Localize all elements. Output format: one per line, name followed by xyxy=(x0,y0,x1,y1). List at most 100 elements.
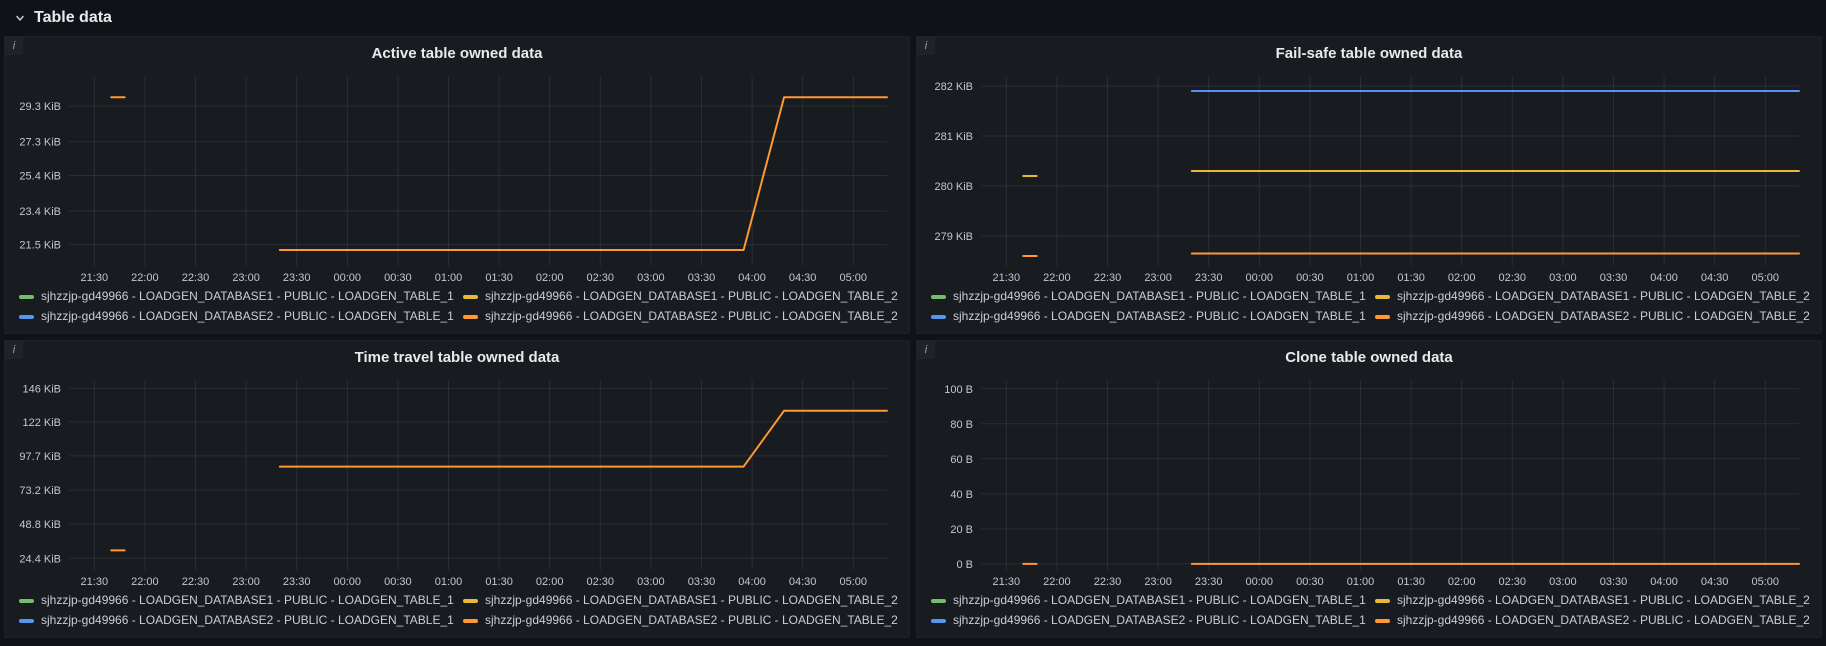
panel-title[interactable]: Active table owned data xyxy=(5,37,909,66)
row-header[interactable]: Table data xyxy=(0,0,1826,36)
x-tick-label: 01:00 xyxy=(435,576,463,588)
x-tick-label: 03:30 xyxy=(1600,576,1628,588)
x-tick-label: 04:30 xyxy=(1701,576,1729,588)
panel-info-icon[interactable]: i xyxy=(5,37,23,55)
x-tick-label: 23:00 xyxy=(1144,576,1172,588)
x-tick-label: 23:00 xyxy=(1144,272,1172,284)
legend-series-label: sjhzzjp-gd49966 - LOADGEN_DATABASE2 - PU… xyxy=(1397,613,1810,627)
x-tick-label: 05:00 xyxy=(1752,576,1780,588)
time-series-chart[interactable]: 24.4 KiB 48.8 KiB 73.2 KiB 97.7 KiB 122 KiB 1… xyxy=(13,372,901,590)
legend-series-label: sjhzzjp-gd49966 - LOADGEN_DATABASE1 - PU… xyxy=(41,593,454,607)
chart-area: 24.4 KiB 48.8 KiB 73.2 KiB 97.7 KiB 122 KiB 1… xyxy=(5,370,909,590)
legend-series-swatch xyxy=(931,314,946,319)
panel-fail-safe-table-owned-data: i Fail-safe table owned data 279 KiB 280 Ki… xyxy=(916,36,1822,334)
x-tick-label: 03:00 xyxy=(1549,576,1577,588)
x-tick-label: 00:00 xyxy=(334,576,362,588)
legend-series-label: sjhzzjp-gd49966 - LOADGEN_DATABASE1 - PU… xyxy=(1397,593,1810,607)
y-tick-label: 97.7 KiB xyxy=(19,451,61,463)
legend-item[interactable]: sjhzzjp-gd49966 - LOADGEN_DATABASE2 - PU… xyxy=(19,612,455,629)
panel-title[interactable]: Time travel table owned data xyxy=(5,341,909,370)
chart-area: 21.5 KiB 23.4 KiB 25.4 KiB 27.3 KiB 29.3 KiB… xyxy=(5,66,909,286)
x-tick-label: 03:00 xyxy=(637,576,665,588)
time-series-chart[interactable]: 21.5 KiB 23.4 KiB 25.4 KiB 27.3 KiB 29.3 KiB… xyxy=(13,68,901,286)
legend-item[interactable]: sjhzzjp-gd49966 - LOADGEN_DATABASE1 - PU… xyxy=(1375,592,1811,609)
legend-item[interactable]: sjhzzjp-gd49966 - LOADGEN_DATABASE2 - PU… xyxy=(1375,612,1811,629)
legend-series-swatch xyxy=(19,294,34,299)
y-tick-label: 27.3 KiB xyxy=(19,137,61,149)
legend-series-swatch xyxy=(1375,598,1390,603)
legend-series-label: sjhzzjp-gd49966 - LOADGEN_DATABASE2 - PU… xyxy=(953,309,1366,323)
x-tick-label: 02:30 xyxy=(1499,576,1527,588)
legend-item[interactable]: sjhzzjp-gd49966 - LOADGEN_DATABASE1 - PU… xyxy=(931,288,1367,305)
y-tick-label: 20 B xyxy=(950,524,973,536)
x-tick-label: 00:00 xyxy=(1246,576,1274,588)
x-tick-label: 02:30 xyxy=(587,272,615,284)
x-tick-label: 01:30 xyxy=(485,272,513,284)
time-series-chart[interactable]: 279 KiB 280 KiB 281 KiB 282 KiB 21:30 22:00 22… xyxy=(925,68,1813,286)
x-tick-label: 23:30 xyxy=(283,576,311,588)
legend: sjhzzjp-gd49966 - LOADGEN_DATABASE1 - PU… xyxy=(5,286,909,333)
legend-item[interactable]: sjhzzjp-gd49966 - LOADGEN_DATABASE1 - PU… xyxy=(463,288,899,305)
y-tick-label: 23.4 KiB xyxy=(19,206,61,218)
panel-info-icon[interactable]: i xyxy=(5,341,23,359)
y-tick-label: 100 B xyxy=(944,384,973,396)
x-tick-label: 22:00 xyxy=(1043,576,1071,588)
legend-series-swatch xyxy=(463,314,478,319)
legend-item[interactable]: sjhzzjp-gd49966 - LOADGEN_DATABASE1 - PU… xyxy=(931,592,1367,609)
y-tick-label: 21.5 KiB xyxy=(19,240,61,252)
panel-grid: i Active table owned data 21.5 KiB 23.4 KiB… xyxy=(4,36,1822,638)
row-title: Table data xyxy=(34,9,112,26)
x-tick-label: 23:30 xyxy=(1195,272,1223,284)
legend-item[interactable]: sjhzzjp-gd49966 - LOADGEN_DATABASE1 - PU… xyxy=(463,592,899,609)
x-tick-label: 00:30 xyxy=(1296,272,1324,284)
panel-time-travel-table-owned-data: i Time travel table owned data 24.4 KiB 48.… xyxy=(4,340,910,638)
legend-item[interactable]: sjhzzjp-gd49966 - LOADGEN_DATABASE1 - PU… xyxy=(1375,288,1811,305)
legend-series-swatch xyxy=(19,314,34,319)
x-tick-label: 22:30 xyxy=(182,272,210,284)
legend-series-swatch xyxy=(463,294,478,299)
y-tick-label: 282 KiB xyxy=(934,81,973,93)
y-tick-label: 40 B xyxy=(950,489,973,501)
legend-item[interactable]: sjhzzjp-gd49966 - LOADGEN_DATABASE2 - PU… xyxy=(19,308,455,325)
x-tick-label: 02:00 xyxy=(536,272,564,284)
legend-series-label: sjhzzjp-gd49966 - LOADGEN_DATABASE1 - PU… xyxy=(485,289,898,303)
panel-info-icon[interactable]: i xyxy=(917,341,935,359)
legend-item[interactable]: sjhzzjp-gd49966 - LOADGEN_DATABASE2 - PU… xyxy=(1375,308,1811,325)
legend-series-label: sjhzzjp-gd49966 - LOADGEN_DATABASE2 - PU… xyxy=(41,613,454,627)
x-tick-label: 04:00 xyxy=(1650,576,1678,588)
legend-series-swatch xyxy=(463,598,478,603)
legend-series-swatch xyxy=(19,598,34,603)
x-tick-label: 00:00 xyxy=(334,272,362,284)
x-tick-label: 03:30 xyxy=(1600,272,1628,284)
legend-item[interactable]: sjhzzjp-gd49966 - LOADGEN_DATABASE2 - PU… xyxy=(931,612,1367,629)
legend-series-label: sjhzzjp-gd49966 - LOADGEN_DATABASE2 - PU… xyxy=(485,613,898,627)
legend-series-swatch xyxy=(463,618,478,623)
legend-item[interactable]: sjhzzjp-gd49966 - LOADGEN_DATABASE1 - PU… xyxy=(19,592,455,609)
legend-item[interactable]: sjhzzjp-gd49966 - LOADGEN_DATABASE2 - PU… xyxy=(463,612,899,629)
x-tick-label: 23:30 xyxy=(283,272,311,284)
panel-info-icon[interactable]: i xyxy=(917,37,935,55)
x-tick-label: 22:00 xyxy=(131,272,159,284)
x-tick-label: 22:30 xyxy=(1094,576,1122,588)
x-tick-label: 05:00 xyxy=(840,576,868,588)
x-tick-label: 02:00 xyxy=(1448,576,1476,588)
legend-series-label: sjhzzjp-gd49966 - LOADGEN_DATABASE1 - PU… xyxy=(41,289,454,303)
x-tick-label: 05:00 xyxy=(840,272,868,284)
y-tick-label: 48.8 KiB xyxy=(19,519,61,531)
panel-title[interactable]: Fail-safe table owned data xyxy=(917,37,1821,66)
y-tick-label: 60 B xyxy=(950,454,973,466)
x-tick-label: 04:00 xyxy=(738,272,766,284)
legend-item[interactable]: sjhzzjp-gd49966 - LOADGEN_DATABASE2 - PU… xyxy=(931,308,1367,325)
chart-area: 279 KiB 280 KiB 281 KiB 282 KiB 21:30 22:00 22… xyxy=(917,66,1821,286)
x-tick-label: 22:00 xyxy=(1043,272,1071,284)
panel-title[interactable]: Clone table owned data xyxy=(917,341,1821,370)
x-tick-label: 21:30 xyxy=(993,272,1021,284)
x-tick-label: 04:30 xyxy=(789,272,817,284)
time-series-chart[interactable]: 0 B 20 B 40 B 60 B 80 B 100 B 21:30 22:00 22:30 2… xyxy=(925,372,1813,590)
x-tick-label: 21:30 xyxy=(993,576,1021,588)
panel-clone-table-owned-data: i Clone table owned data 0 B 20 B 40 B 60 B 80… xyxy=(916,340,1822,638)
legend-item[interactable]: sjhzzjp-gd49966 - LOADGEN_DATABASE1 - PU… xyxy=(19,288,455,305)
x-tick-label: 03:30 xyxy=(688,272,716,284)
x-tick-label: 04:00 xyxy=(1650,272,1678,284)
legend-item[interactable]: sjhzzjp-gd49966 - LOADGEN_DATABASE2 - PU… xyxy=(463,308,899,325)
